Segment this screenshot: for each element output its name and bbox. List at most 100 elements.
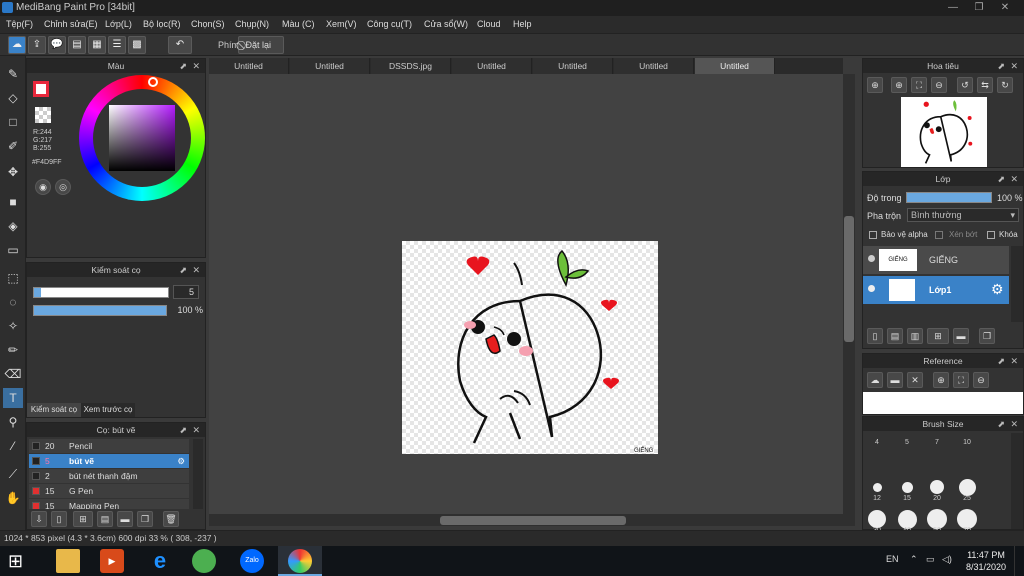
close-panel-icon[interactable]: ✕	[1010, 417, 1018, 431]
fit-icon[interactable]: ⛶	[911, 77, 927, 93]
brush-item[interactable]: 2 bút nét thanh đậm	[29, 469, 189, 483]
tab-brush-preview[interactable]: Xem trước cọ	[81, 403, 135, 417]
brush-size-dot[interactable]	[957, 509, 977, 529]
select-pen-icon[interactable]: ✏	[3, 340, 23, 360]
layer-row-selected[interactable]: Lớp1 ⚙	[863, 276, 1009, 304]
coccoc-browser-icon[interactable]	[192, 549, 216, 573]
menu-tools[interactable]: Công cụ(T)	[367, 19, 412, 29]
brush-size-dot[interactable]	[927, 509, 947, 529]
saturation-square[interactable]	[109, 105, 175, 171]
artboard[interactable]: GIẾNG	[402, 241, 658, 454]
menu-cloud[interactable]: Cloud	[477, 19, 501, 29]
detach-icon[interactable]: ⬈	[997, 59, 1005, 73]
detach-icon[interactable]: ⬈	[997, 354, 1005, 368]
rotate-right-icon[interactable]: ↻	[997, 77, 1013, 93]
add-layer-menu-icon[interactable]: ⊞	[927, 328, 949, 344]
magic-wand-icon[interactable]: ✧	[3, 316, 23, 336]
brush-list-scrollbar[interactable]	[193, 439, 203, 509]
add-brush-icon[interactable]: ⊞	[73, 511, 93, 527]
detach-icon[interactable]: ⬈	[997, 172, 1005, 186]
visibility-icon[interactable]	[868, 255, 875, 262]
rotate-left-icon[interactable]: ↺	[957, 77, 973, 93]
clock-time[interactable]: 11:47 PM	[966, 550, 1006, 560]
tab-document[interactable]: Untitled	[290, 58, 370, 74]
new-halftone-icon[interactable]: ▤	[887, 328, 903, 344]
brush-size-slider[interactable]	[33, 287, 169, 298]
zoom-in-icon[interactable]: ⊕	[867, 77, 883, 93]
reset-button[interactable]: ⃠ Đặt lại	[238, 36, 284, 54]
page-icon[interactable]: ▦	[88, 36, 106, 54]
windows-start-icon[interactable]: ⊞	[8, 549, 32, 573]
brush-tool-icon[interactable]: ✎	[3, 64, 23, 84]
file-explorer-icon[interactable]	[56, 549, 80, 573]
medibang-taskbar-button[interactable]	[278, 546, 322, 576]
fit-icon[interactable]: ⛶	[953, 372, 969, 388]
brush-item[interactable]: 20 Pencil	[29, 439, 189, 453]
gradient-tool-icon[interactable]: ▭	[3, 240, 23, 260]
volume-icon[interactable]: ◁)	[942, 554, 952, 565]
media-player-icon[interactable]: ▶	[100, 549, 124, 573]
layer-row[interactable]: GIẾNG GIẾNG	[863, 246, 1009, 274]
flip-icon[interactable]: ⇆	[977, 77, 993, 93]
folder-icon[interactable]: ▬	[953, 328, 969, 344]
reference-view[interactable]	[863, 392, 1023, 414]
hand-tool-icon[interactable]: ✋	[3, 488, 23, 508]
cloud-icon[interactable]: ☁	[867, 372, 883, 388]
brush-size-value[interactable]: 5	[173, 285, 199, 299]
chevron-up-icon[interactable]: ⌃	[910, 554, 918, 565]
new-8bit-icon[interactable]: ▥	[907, 328, 923, 344]
chat-icon[interactable]: 💬	[48, 36, 66, 54]
detach-icon[interactable]: ⬈	[179, 423, 187, 437]
clock-date[interactable]: 8/31/2020	[962, 562, 1010, 572]
cloud-download-icon[interactable]: ⇩	[31, 511, 47, 527]
text-tool-icon[interactable]: T	[3, 388, 23, 408]
cloud-icon[interactable]: ☁	[8, 36, 26, 54]
close-panel-icon[interactable]: ✕	[1010, 172, 1018, 186]
gear-icon[interactable]: ⚙	[177, 454, 185, 468]
new-layer-icon[interactable]: ▯	[867, 328, 883, 344]
menu-layer[interactable]: Lớp(L)	[105, 19, 132, 29]
palette-add-icon[interactable]: ◎	[55, 179, 71, 195]
lock-checkbox[interactable]	[987, 231, 995, 239]
close-icon[interactable]: ✕	[994, 0, 1016, 16]
comment-icon[interactable]: ▤	[68, 36, 86, 54]
detach-icon[interactable]: ⬈	[997, 417, 1005, 431]
close-panel-icon[interactable]: ✕	[1010, 354, 1018, 368]
menu-window[interactable]: Cửa sổ(W)	[424, 19, 468, 29]
new-brush-icon[interactable]: ▯	[51, 511, 67, 527]
brush-size-scrollbar[interactable]	[1011, 433, 1023, 529]
menu-snap[interactable]: Chụp(N)	[235, 19, 269, 29]
rect-tool-icon[interactable]: □	[3, 112, 23, 132]
brush-size-dot[interactable]	[897, 509, 917, 529]
move-tool-icon[interactable]: ✥	[3, 162, 23, 182]
layer-scrollbar[interactable]	[1011, 246, 1023, 322]
menu-color[interactable]: Màu (C)	[282, 19, 315, 29]
vertical-scrollbar[interactable]	[843, 74, 855, 514]
zoom-in-icon[interactable]: ⊕	[933, 372, 949, 388]
eyedropper-icon[interactable]: ⁄	[3, 436, 23, 456]
tab-document[interactable]: DSSDS.jpg	[371, 58, 451, 74]
navigator-thumbnail[interactable]	[901, 97, 987, 167]
brush-size-dot[interactable]	[901, 481, 913, 493]
horizontal-scrollbar[interactable]	[209, 514, 855, 526]
network-icon[interactable]: ▭	[926, 554, 935, 565]
close-panel-icon[interactable]: ✕	[192, 263, 200, 277]
brush-size-dot[interactable]	[958, 478, 976, 496]
transparent-swatch[interactable]	[35, 107, 51, 123]
maximize-icon[interactable]: ❐	[968, 0, 990, 16]
palette-icon[interactable]: ◉	[35, 179, 51, 195]
lasso-tool-icon[interactable]: ◌	[3, 292, 23, 312]
share-icon[interactable]: ⇪	[28, 36, 46, 54]
detach-icon[interactable]: ⬈	[179, 59, 187, 73]
menu-filter[interactable]: Bộ lọc(R)	[143, 19, 181, 29]
brush-item[interactable]: 5 bút vẽ ⚙	[29, 454, 189, 468]
visibility-icon[interactable]	[868, 285, 875, 292]
operation-tool-icon[interactable]: ⚲	[3, 412, 23, 432]
tab-document[interactable]: Untitled	[452, 58, 532, 74]
zoom-out-icon[interactable]: ⊖	[931, 77, 947, 93]
brush-size-dot[interactable]	[872, 482, 882, 492]
tab-brush-control[interactable]: Kiểm soát cọ	[27, 403, 81, 417]
language-indicator[interactable]: EN	[886, 554, 899, 564]
close-panel-icon[interactable]: ✕	[1010, 59, 1018, 73]
brush-item[interactable]: 15 Mapping Pen	[29, 499, 189, 509]
